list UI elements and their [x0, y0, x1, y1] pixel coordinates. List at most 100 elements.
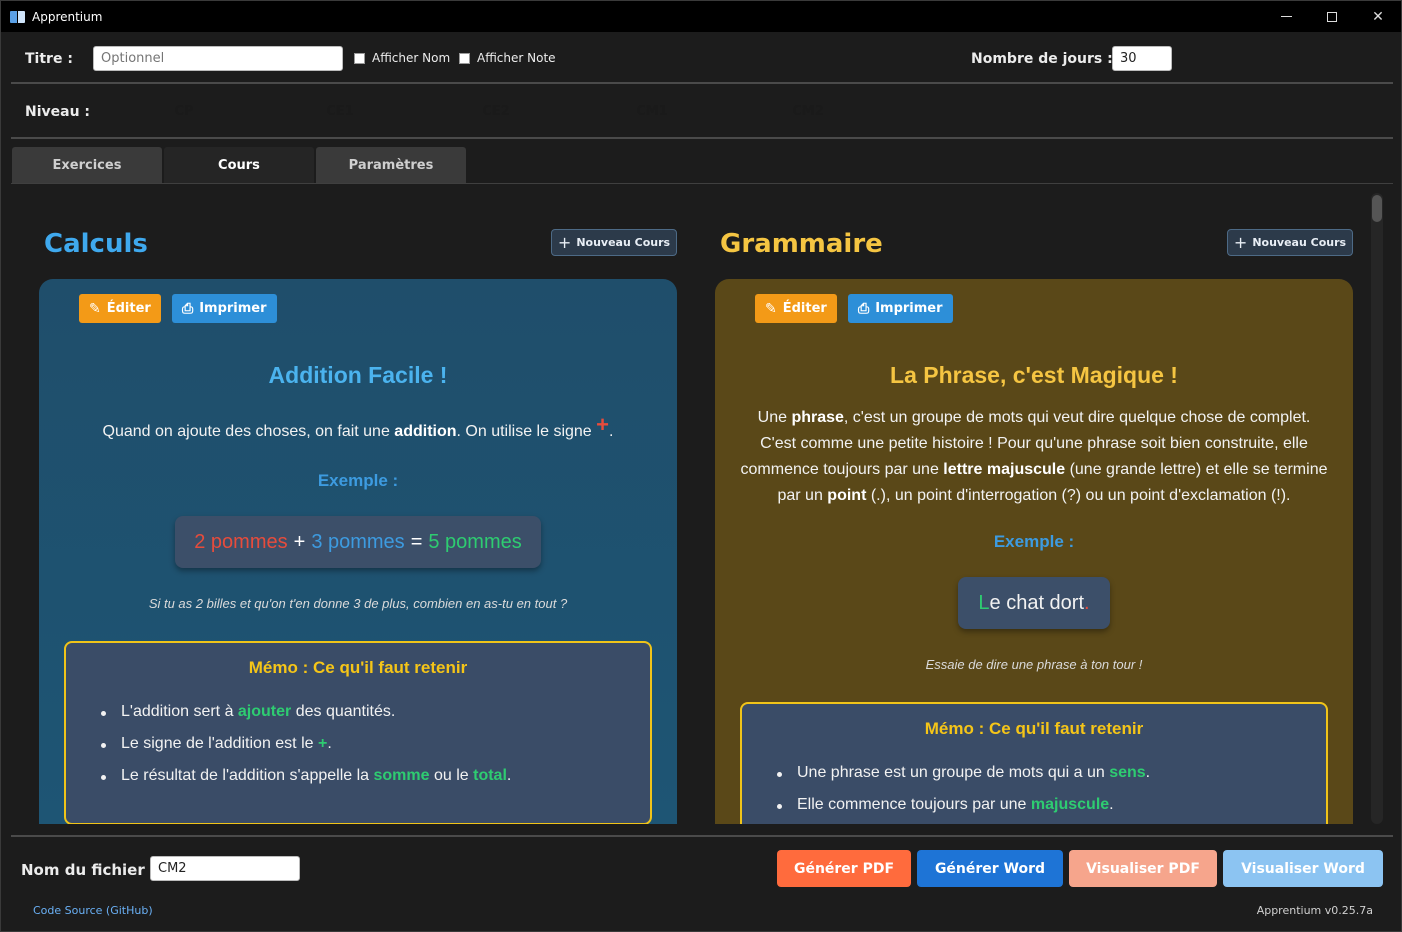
paragraph-line: commence toujours par une lettre majuscu…	[715, 457, 1353, 483]
print-label: Imprimer	[199, 301, 267, 316]
view-pdf-button[interactable]: Visualiser PDF	[1069, 850, 1217, 887]
pencil-icon: ✎	[89, 300, 101, 317]
level-label: Niveau :	[25, 104, 91, 120]
printer-icon: ⎙	[182, 300, 194, 317]
memo-text: Une phrase est un groupe de mots qui a u…	[797, 764, 1110, 781]
memo-item: Le résultat de l'addition s'appelle la s…	[100, 767, 511, 799]
close-icon: ✕	[1372, 8, 1384, 25]
divider	[11, 835, 1393, 837]
plus-icon: +	[557, 233, 572, 252]
show-name-checkbox[interactable]: Afficher Nom	[354, 51, 450, 65]
tab-exercices[interactable]: Exercices	[12, 147, 162, 183]
app-window: Apprentium ✕ Titre : Afficher Nom Affich…	[0, 0, 1402, 932]
lesson-title: Addition Facile !	[268, 362, 448, 388]
paragraph-line: Une phrase, c'est un groupe de mots qui …	[715, 405, 1353, 431]
para-text: commence toujours par une	[740, 461, 944, 478]
paragraph-line: par un point (.), un point d'interrogati…	[715, 483, 1353, 509]
edit-button[interactable]: ✎ Éditer	[79, 294, 161, 323]
days-input[interactable]: 30	[1112, 46, 1172, 71]
show-note-box[interactable]	[459, 52, 470, 64]
close-button[interactable]: ✕	[1355, 1, 1401, 32]
intro-text: . On utilise le signe	[456, 423, 597, 440]
example-op-equals: =	[410, 530, 423, 553]
pencil-icon: ✎	[765, 300, 777, 317]
memo-highlight: majuscule	[1030, 796, 1110, 813]
memo-title: Mémo : Ce qu'il faut retenir	[924, 719, 1144, 738]
level-button-ce1[interactable]: CE1	[265, 96, 415, 127]
level-button-cm1[interactable]: CM1	[577, 96, 727, 127]
minimize-icon	[1280, 16, 1292, 17]
intro-bold: addition	[394, 423, 457, 440]
intro-end: .	[609, 423, 614, 440]
show-name-box[interactable]	[354, 52, 365, 64]
show-note-label: Afficher Note	[477, 51, 556, 65]
new-course-label: Nouveau Cours	[1252, 236, 1347, 249]
example-box: 2 pommes + 3 pommes = 5 pommes	[175, 516, 541, 568]
lesson-intro: Quand on ajoute des choses, on fait une …	[39, 412, 677, 445]
level-label-ce2: CE2	[482, 104, 510, 119]
level-label-cp: CP	[174, 104, 194, 119]
example-period: .	[1084, 591, 1090, 614]
level-button-cp[interactable]: CP	[109, 96, 259, 127]
new-course-button-calculs[interactable]: + Nouveau Cours	[551, 229, 677, 256]
memo-text: Le signe de l'addition est le	[121, 735, 318, 752]
memo-highlight: sens	[1109, 764, 1146, 781]
memo-item: Le signe de l'addition est le +.	[100, 735, 511, 767]
edit-button[interactable]: ✎ Éditer	[755, 294, 837, 323]
memo-title: Mémo : Ce qu'il faut retenir	[248, 658, 468, 677]
divider	[11, 82, 1393, 84]
generate-pdf-button[interactable]: Générer PDF	[777, 850, 911, 887]
filename-input[interactable]: CM2	[150, 856, 300, 881]
print-label: Imprimer	[875, 301, 943, 316]
new-course-label: Nouveau Cours	[576, 236, 671, 249]
print-button[interactable]: ⎙ Imprimer	[172, 294, 277, 323]
filename-label: Nom du fichier :	[21, 861, 156, 879]
example-box: Le chat dort.	[958, 577, 1110, 629]
memo-highlight: total	[473, 767, 507, 784]
para-bold: lettre majuscule	[943, 461, 1066, 478]
generate-word-button[interactable]: Générer Word	[917, 850, 1063, 887]
title-label: Titre :	[25, 51, 73, 67]
title-bar: Apprentium ✕	[1, 1, 1401, 32]
lesson-hint: Si tu as 2 billes et qu'on t'en donne 3 …	[148, 596, 568, 611]
show-note-checkbox[interactable]: Afficher Note	[459, 51, 556, 65]
course-card-grammaire: ✎ Éditer ⎙ Imprimer La Phrase, c'est Mag…	[715, 279, 1353, 824]
memo-highlight: somme	[373, 767, 430, 784]
minimize-button[interactable]	[1263, 1, 1309, 32]
level-button-cm2[interactable]: CM2	[733, 96, 883, 127]
example-label: Exemple :	[993, 532, 1075, 551]
days-label: Nombre de jours :	[971, 51, 1113, 67]
vertical-scrollbar[interactable]	[1371, 193, 1383, 824]
tab-parametres[interactable]: Paramètres	[316, 147, 466, 183]
calculs-title: Calculs	[44, 229, 148, 259]
memo-item: Elle commence toujours par une majuscule…	[776, 796, 1150, 824]
view-word-button[interactable]: Visualiser Word	[1223, 850, 1383, 887]
lesson-paragraph: Une phrase, c'est un groupe de mots qui …	[715, 405, 1353, 509]
level-label-cm2: CM2	[792, 104, 824, 119]
memo-highlight: +	[317, 735, 328, 752]
memo-text: .	[327, 735, 332, 752]
memo-item: Une phrase est un groupe de mots qui a u…	[776, 764, 1150, 796]
scrollbar-thumb[interactable]	[1372, 195, 1382, 222]
lesson-title: La Phrase, c'est Magique !	[890, 362, 1178, 388]
plus-icon: +	[1233, 233, 1248, 252]
para-text: (.), un point d'interrogation (?) ou un …	[866, 487, 1291, 504]
memo-list: Une phrase est un groupe de mots qui a u…	[776, 764, 1150, 824]
level-button-ce2[interactable]: CE2	[421, 96, 571, 127]
example-term-a: 2 pommes	[194, 530, 288, 553]
divider	[11, 137, 1393, 139]
memo-item: L'addition sert à ajouter des quantités.	[100, 703, 511, 735]
tab-cours[interactable]: Cours	[164, 147, 314, 183]
maximize-button[interactable]	[1309, 1, 1355, 32]
para-text: , c'est un groupe de mots qui veut dire …	[843, 409, 1311, 426]
example-term-b: 3 pommes	[311, 530, 405, 553]
title-input[interactable]	[93, 46, 343, 71]
edit-label: Éditer	[782, 301, 827, 316]
new-course-button-grammaire[interactable]: + Nouveau Cours	[1227, 229, 1353, 256]
version-label: Apprentium v0.25.7a	[1256, 904, 1373, 917]
source-code-link[interactable]: Code Source (GitHub)	[33, 904, 153, 917]
lesson-hint: Essaie de dire une phrase à ton tour !	[925, 657, 1143, 672]
book-icon	[10, 10, 26, 24]
memo-highlight: ajouter	[237, 703, 292, 720]
print-button[interactable]: ⎙ Imprimer	[848, 294, 953, 323]
